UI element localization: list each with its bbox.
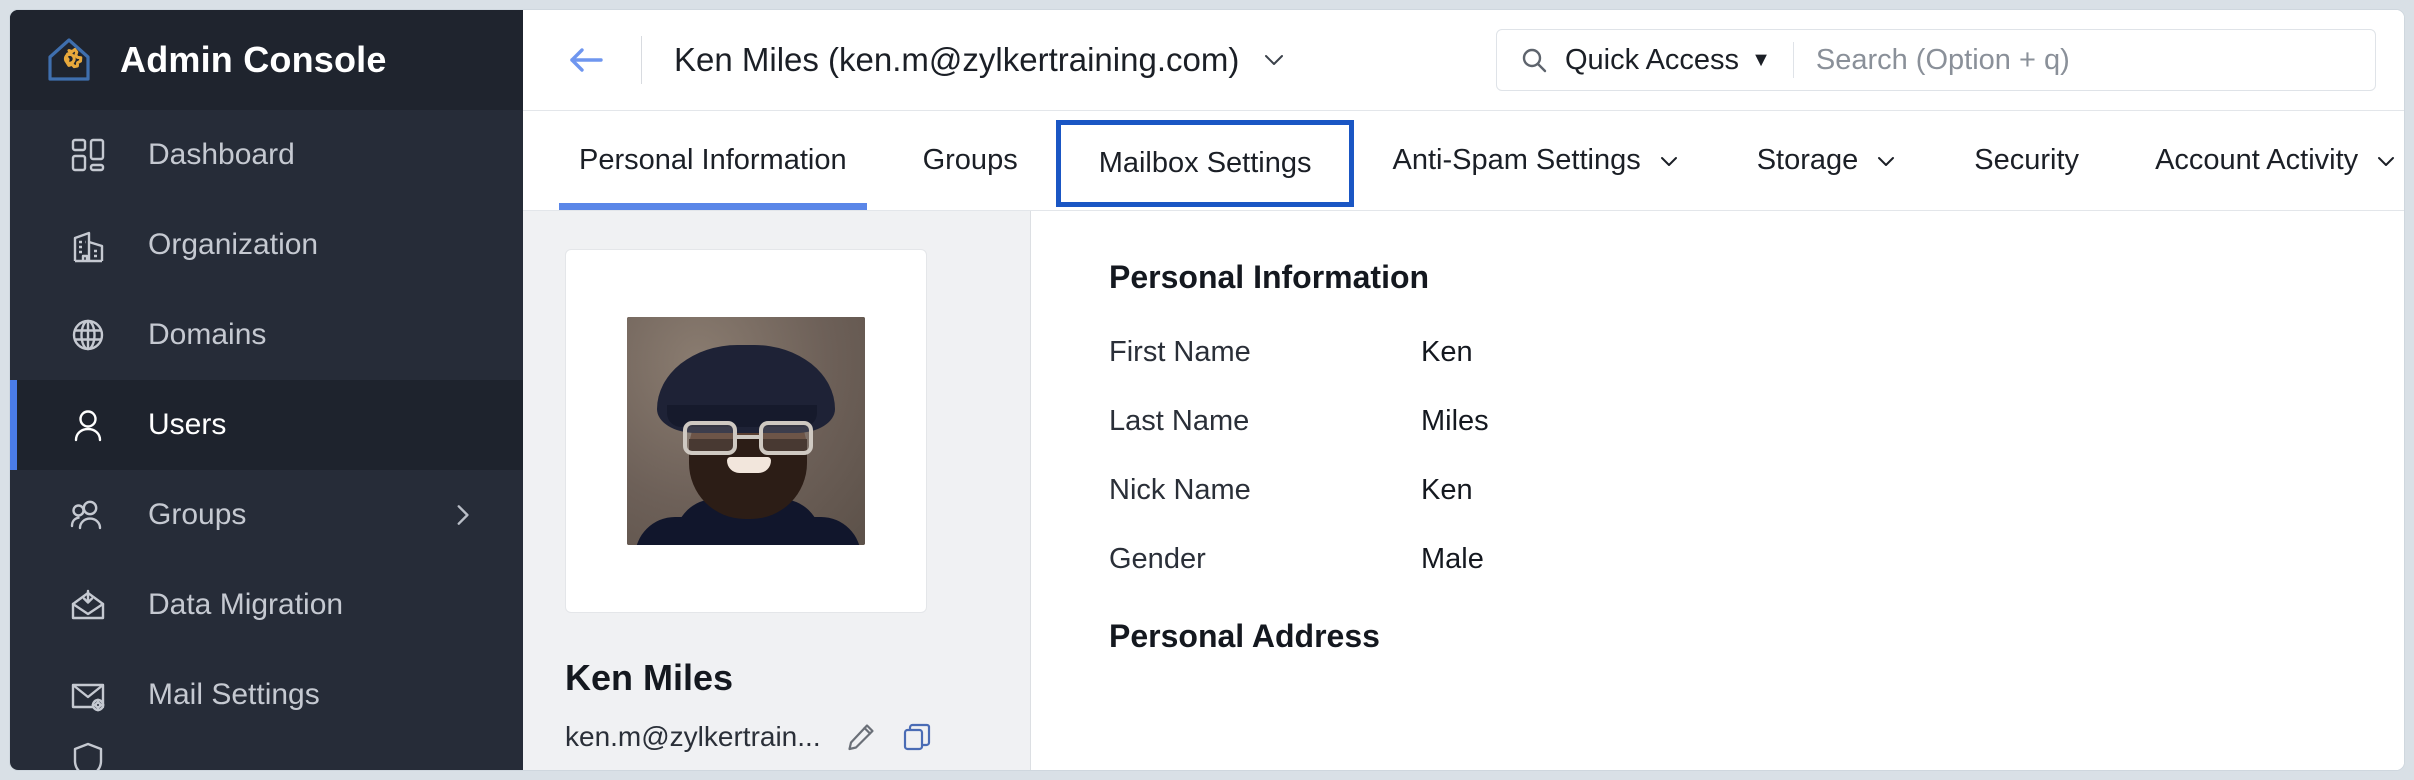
tab-label: Storage xyxy=(1756,144,1859,176)
tab-label: Personal Information xyxy=(579,144,847,176)
field-row: First Name Ken xyxy=(1109,336,2404,369)
tab-label: Account Activity xyxy=(2155,144,2359,176)
shield-icon xyxy=(68,740,108,770)
chevron-down-icon[interactable] xyxy=(1261,47,1287,73)
dashboard-grid-icon xyxy=(68,135,108,175)
brand-header[interactable]: Admin Console xyxy=(10,10,523,110)
tab-anti-spam-settings[interactable]: Anti-Spam Settings xyxy=(1354,111,1718,210)
field-value: Ken xyxy=(1421,336,1473,368)
tab-account-activity[interactable]: Account Activity xyxy=(2117,111,2404,210)
topbar: Ken Miles (ken.m@zylkertraining.com) Qui… xyxy=(523,10,2404,111)
tab-label: Security xyxy=(1974,144,2080,176)
chevron-down-icon xyxy=(1657,149,1681,173)
search-input[interactable] xyxy=(1815,43,2353,77)
search-divider xyxy=(1792,42,1794,78)
tab-groups[interactable]: Groups xyxy=(885,111,1056,210)
brand-title: Admin Console xyxy=(120,39,387,80)
sidebar-item-label: Organization xyxy=(148,228,319,261)
tabbar: Personal Information Groups Mailbox Sett… xyxy=(523,111,2404,211)
page-title: Ken Miles (ken.m@zylkertraining.com) xyxy=(674,41,1240,78)
import-envelope-icon xyxy=(68,585,108,625)
field-label: Gender xyxy=(1109,543,1206,575)
field-row: Nick Name Ken xyxy=(1109,474,2404,507)
tab-storage[interactable]: Storage xyxy=(1719,111,1937,210)
sidebar-item-label: Data Migration xyxy=(148,588,344,621)
tab-mailbox-settings[interactable]: Mailbox Settings xyxy=(1055,120,1355,207)
envelope-gear-icon xyxy=(68,675,108,715)
avatar xyxy=(627,317,865,545)
sidebar-item-organization[interactable]: Organization xyxy=(10,200,523,290)
user-icon xyxy=(68,405,108,445)
quick-access-label[interactable]: Quick Access xyxy=(1565,44,1739,77)
quick-access-caret-icon[interactable]: ▼ xyxy=(1751,50,1771,70)
section-title-personal-information: Personal Information xyxy=(1109,259,1430,295)
profile-email: ken.m@zylkertrain... xyxy=(565,721,821,752)
field-label: First Name xyxy=(1109,336,1251,368)
sidebar-item-mail-settings[interactable]: Mail Settings xyxy=(10,650,523,740)
profile-name: Ken Miles xyxy=(565,657,734,698)
sidebar: Admin Console Dashboard Organization Dom… xyxy=(10,10,523,770)
back-arrow-icon[interactable] xyxy=(563,37,609,83)
topbar-divider xyxy=(641,36,642,84)
field-value: Male xyxy=(1421,543,1484,575)
field-label: Last Name xyxy=(1109,405,1250,437)
sidebar-item-label: Mail Settings xyxy=(148,678,320,711)
sidebar-item-partial[interactable] xyxy=(10,740,523,770)
sidebar-item-label: Groups xyxy=(148,498,247,531)
chevron-down-icon xyxy=(1874,149,1898,173)
avatar-card[interactable] xyxy=(565,249,927,613)
field-value: Miles xyxy=(1421,405,1489,437)
sidebar-item-label: Dashboard xyxy=(148,138,295,171)
sidebar-item-label: Users xyxy=(148,408,227,441)
tab-security[interactable]: Security xyxy=(1936,111,2117,210)
tab-label: Groups xyxy=(922,144,1018,176)
sidebar-item-data-migration[interactable]: Data Migration xyxy=(10,560,523,650)
profile-pane: Ken Miles ken.m@zylkertrain... xyxy=(523,211,1031,770)
globe-icon xyxy=(68,315,108,355)
chevron-right-icon[interactable] xyxy=(449,502,475,528)
field-value: Ken xyxy=(1421,474,1473,506)
sidebar-item-label: Domains xyxy=(148,318,267,351)
search-bar[interactable]: Quick Access ▼ xyxy=(1496,29,2376,91)
chevron-down-icon xyxy=(2374,149,2398,173)
pencil-edit-icon[interactable] xyxy=(845,721,877,753)
sidebar-nav: Dashboard Organization Domains Users Gro… xyxy=(10,110,523,770)
tab-label: Mailbox Settings xyxy=(1098,147,1312,179)
sidebar-item-domains[interactable]: Domains xyxy=(10,290,523,380)
building-icon xyxy=(68,225,108,265)
house-gear-icon xyxy=(40,31,98,89)
main-region: Ken Miles (ken.m@zylkertraining.com) Qui… xyxy=(523,10,2404,770)
tab-personal-information[interactable]: Personal Information xyxy=(541,111,885,210)
personal-information-pane: Personal Information First Name Ken Last… xyxy=(1031,211,2404,770)
field-row: Gender Male xyxy=(1109,543,2404,576)
copy-icon[interactable] xyxy=(901,721,933,753)
content-body: Ken Miles ken.m@zylkertrain... Personal … xyxy=(523,211,2404,770)
group-people-icon xyxy=(68,495,108,535)
field-label: Nick Name xyxy=(1109,474,1251,506)
sidebar-item-users[interactable]: Users xyxy=(10,380,523,470)
search-icon xyxy=(1519,45,1549,75)
sidebar-item-groups[interactable]: Groups xyxy=(10,470,523,560)
admin-console-window: Admin Console Dashboard Organization Dom… xyxy=(10,10,2404,770)
sidebar-item-dashboard[interactable]: Dashboard xyxy=(10,110,523,200)
section-title-personal-address: Personal Address xyxy=(1109,618,1380,654)
profile-email-row: ken.m@zylkertrain... xyxy=(565,721,988,753)
field-row: Last Name Miles xyxy=(1109,405,2404,438)
tab-label: Anti-Spam Settings xyxy=(1392,144,1641,176)
